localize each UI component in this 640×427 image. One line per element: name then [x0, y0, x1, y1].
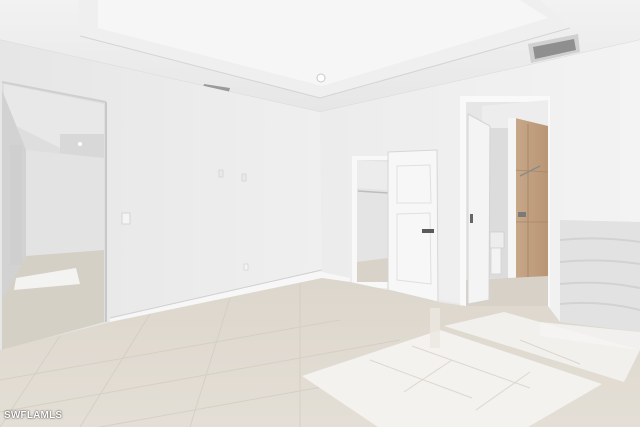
hallway-doorway	[1, 81, 107, 350]
wall-hook	[241, 173, 247, 182]
light-switch-plate	[121, 212, 131, 225]
room-photo: SWFLAMLS	[0, 0, 640, 427]
wall-hook	[218, 169, 224, 178]
toilet	[489, 231, 505, 249]
door-handle[interactable]	[422, 229, 434, 233]
closet-door[interactable]	[387, 149, 439, 303]
bathroom-door-handle[interactable]	[470, 214, 473, 223]
closet-doorway	[352, 156, 389, 288]
outlet	[243, 263, 249, 271]
watermark-text: SWFLAMLS	[4, 410, 63, 421]
bathroom-door[interactable]	[467, 113, 491, 305]
room-illustration	[0, 0, 640, 427]
shower-tile-wall	[515, 118, 548, 286]
shower-valve	[518, 212, 526, 217]
recessed-light	[316, 73, 326, 83]
